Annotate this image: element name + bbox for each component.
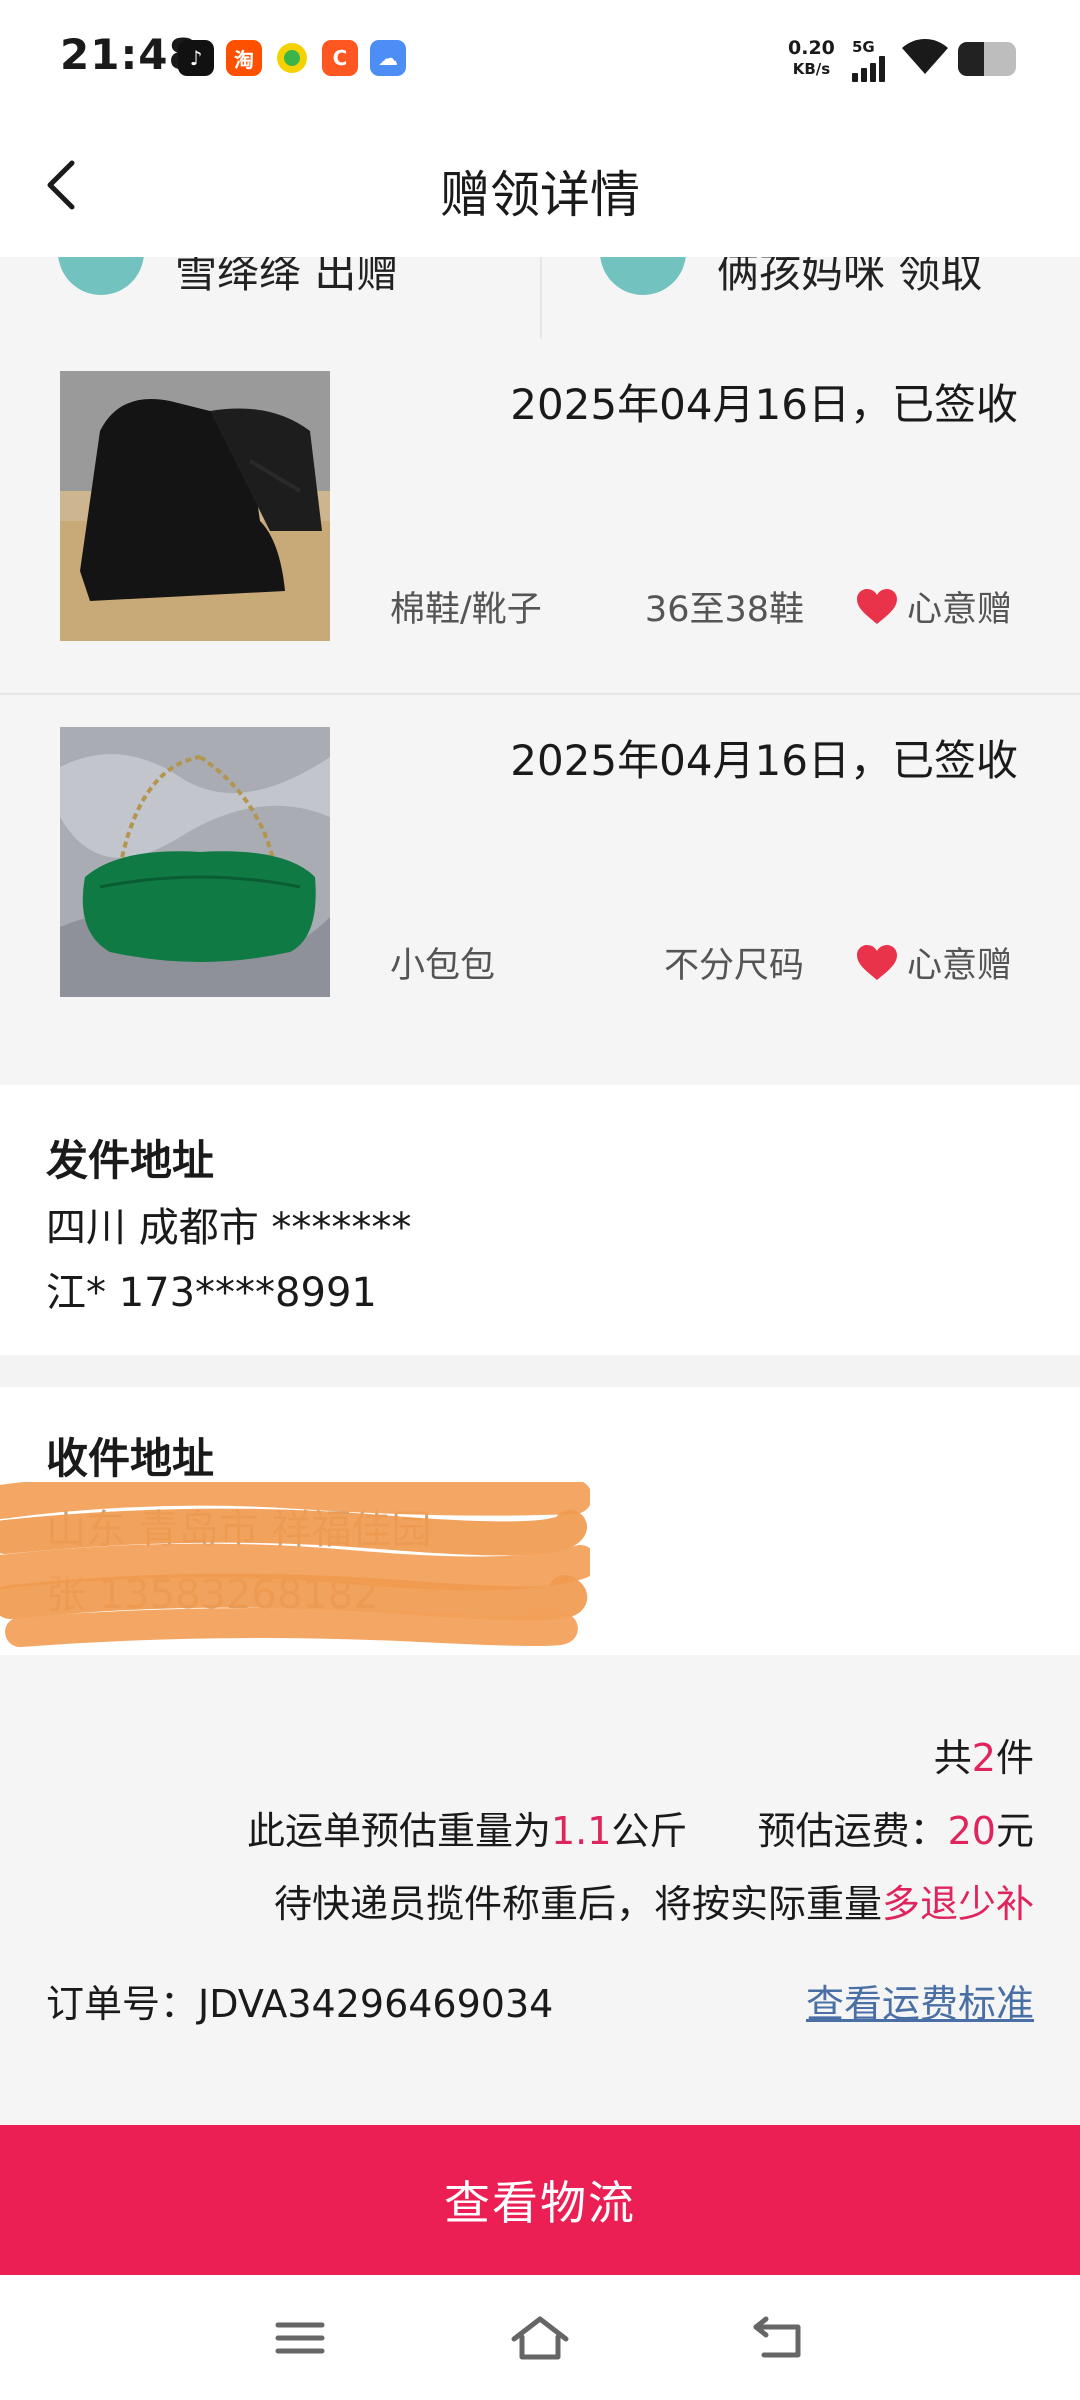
donor-row: 雪绛绛 出赠 俩孩妈咪 领取 [0, 257, 1080, 341]
item-photo-boot[interactable] [60, 371, 330, 641]
taobao-icon: 淘 [226, 40, 262, 76]
net-speed-value: 0.20 [788, 37, 835, 59]
gift-item[interactable]: 2025年04月16日，已签收 棉鞋/靴子 36至38鞋 心意赠 [0, 339, 1080, 695]
item-tag: 心意赠 [855, 581, 1012, 632]
receiver-name: 俩孩妈咪 领取 [717, 257, 983, 297]
wifi-icon [902, 39, 948, 74]
receiver-avatar [600, 257, 686, 295]
receiver-address-title: 收件地址 [46, 1434, 215, 1483]
receiver-address-card: 收件地址 山东 青岛市 祥福佳园 张 13583268182 [0, 1387, 1080, 1655]
net-speed-unit: KB/s [792, 60, 831, 78]
weight-fee-line: 此运单预估重量为1.1公斤 预估运费：20元 [247, 1800, 1034, 1855]
menu-icon[interactable] [270, 2313, 330, 2363]
battery-icon [958, 42, 1016, 76]
weather-icon: ☁ [370, 40, 406, 76]
item-count: 共2件 [934, 1727, 1034, 1782]
item-count-suffix: 件 [995, 1736, 1034, 1780]
notification-app-icons: ♪ 淘 C ☁ [178, 40, 406, 76]
sender-address-title: 发件地址 [46, 1136, 215, 1185]
item-category: 小包包 [390, 946, 496, 986]
tiktok-icon: ♪ [178, 40, 214, 76]
coupon-icon: C [322, 40, 358, 76]
item-category: 棉鞋/靴子 [390, 590, 542, 630]
back-nav-icon[interactable] [750, 2313, 810, 2363]
receiver-cell[interactable]: 俩孩妈咪 领取 [540, 257, 1080, 339]
shipping-summary: 共2件 此运单预估重量为1.1公斤 预估运费：20元 待快递员揽件称重后，将按实… [0, 1655, 1080, 2125]
home-icon[interactable] [510, 2313, 570, 2363]
weight-unit: 公斤 [611, 1809, 688, 1853]
sender-address-line: 四川 成都市 ******* [46, 1205, 412, 1251]
sender-contact: 江* 173****8991 [46, 1270, 377, 1316]
item-count-prefix: 共 [933, 1736, 972, 1780]
game-icon [274, 40, 310, 76]
fee-value: 20 [947, 1809, 996, 1853]
item-count-value: 2 [971, 1736, 996, 1780]
item-photo-bag[interactable] [60, 727, 330, 997]
network-type: 5G [852, 38, 875, 56]
item-tag-label: 心意赠 [906, 946, 1012, 986]
section-divider [0, 1355, 1080, 1387]
view-logistics-button[interactable]: 查看物流 [0, 2125, 1080, 2275]
order-number: 订单号：JDVA34296469034 [46, 1973, 553, 2028]
order-number-value: JDVA34296469034 [198, 1982, 554, 2026]
fee-standard-link[interactable]: 查看运费标准 [806, 1973, 1034, 2028]
giver-cell[interactable]: 雪绛绛 出赠 [0, 257, 538, 339]
net-speed: 0.20 KB/s [788, 38, 835, 80]
fee-unit: 元 [995, 1809, 1034, 1853]
item-tag-label: 心意赠 [906, 590, 1012, 630]
refund-note: 待快递员揽件称重后，将按实际重量多退少补 [274, 1873, 1034, 1928]
item-tag: 心意赠 [855, 937, 1012, 988]
order-number-label: 订单号： [46, 1982, 199, 2026]
weight-value: 1.1 [550, 1809, 612, 1853]
giver-name: 雪绛绛 出赠 [175, 257, 399, 297]
item-size: 36至38鞋 [644, 590, 804, 630]
header: 赠领详情 [0, 115, 1080, 257]
weight-prefix: 此运单预估重量为 [246, 1809, 551, 1853]
heart-icon [856, 944, 897, 980]
giver-avatar [58, 257, 144, 295]
redaction-scribble [0, 1482, 590, 1647]
item-date-status: 2025年04月16日，已签收 [510, 380, 1018, 429]
refund-note-highlight: 多退少补 [881, 1882, 1034, 1926]
heart-icon [856, 588, 897, 624]
system-nav-bar [0, 2275, 1080, 2400]
refund-note-text: 待快递员揽件称重后，将按实际重量 [273, 1882, 882, 1926]
page-title: 赠领详情 [440, 166, 640, 224]
sender-address-card: 发件地址 四川 成都市 ******* 江* 173****8991 [0, 1085, 1080, 1355]
status-bar: 21:48 ♪ 淘 C ☁ 0.20 KB/s 5G [0, 0, 1080, 115]
gift-item[interactable]: 2025年04月16日，已签收 小包包 不分尺码 心意赠 [0, 695, 1080, 1085]
item-date-status: 2025年04月16日，已签收 [510, 736, 1018, 785]
item-size: 不分尺码 [663, 946, 804, 986]
fee-prefix: 预估运费： [757, 1809, 948, 1853]
